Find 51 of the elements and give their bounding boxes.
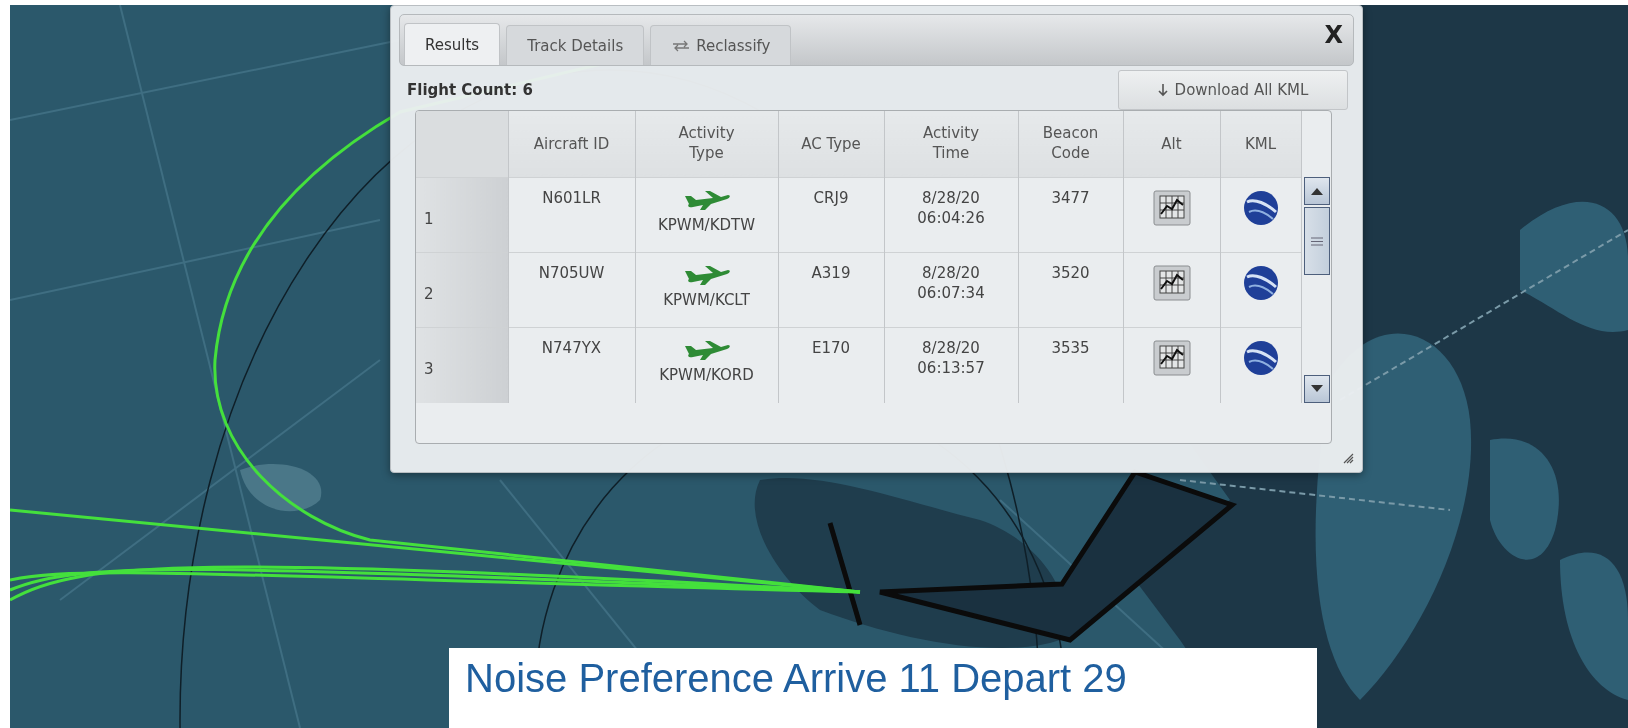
swap-icon xyxy=(671,39,692,52)
column-header: Activity Type xyxy=(677,124,736,164)
altitude-chart-icon[interactable] xyxy=(1152,340,1191,377)
aircraft-type: A319 xyxy=(811,262,851,284)
flight-count: Flight Count: 6 xyxy=(407,81,533,99)
column-header: AC Type xyxy=(801,134,861,154)
tab[interactable]: Reclassify xyxy=(650,25,792,65)
scroll-thumb[interactable] xyxy=(1303,207,1330,275)
altitude-chart-icon[interactable] xyxy=(1152,264,1191,301)
column-header: Beacon Code xyxy=(1041,124,1100,164)
aircraft-id: N747YX xyxy=(541,338,602,359)
airplane-icon xyxy=(682,340,731,363)
beacon-code: 3477 xyxy=(1051,187,1090,208)
tab[interactable]: Results xyxy=(404,23,501,65)
altitude-chart-icon[interactable] xyxy=(1152,189,1191,226)
route: KPWM/KCLT xyxy=(663,289,750,311)
close-button[interactable]: X xyxy=(1320,21,1347,49)
airplane-icon xyxy=(682,264,731,287)
airplane-icon xyxy=(682,189,731,212)
down-triangle-icon xyxy=(1309,385,1324,393)
grip-icon xyxy=(1310,236,1323,246)
column-header: Activity Time xyxy=(921,124,981,164)
scroll-up-button[interactable] xyxy=(1303,177,1330,205)
activity-time: 8/28/20 06:13:57 xyxy=(916,338,986,379)
globe-icon[interactable] xyxy=(1242,264,1279,301)
row-number: 2 xyxy=(424,283,434,305)
activity-time: 8/28/20 06:07:34 xyxy=(916,262,986,304)
scrollbar[interactable] xyxy=(1303,177,1330,403)
row-number: 1 xyxy=(424,208,434,229)
aircraft-id: N705UW xyxy=(538,262,605,284)
globe-icon[interactable] xyxy=(1242,189,1279,226)
aircraft-type: CRJ9 xyxy=(813,187,849,208)
tab[interactable]: Track Details xyxy=(506,25,645,65)
resize-grip-icon[interactable] xyxy=(1342,452,1354,464)
up-triangle-icon xyxy=(1309,187,1324,195)
column-header: Alt xyxy=(1161,134,1182,154)
activity-time: 8/28/20 06:04:26 xyxy=(916,187,986,228)
beacon-code: 3520 xyxy=(1051,262,1090,284)
route: KPWM/KDTW xyxy=(657,214,756,235)
column-header: Aircraft ID xyxy=(533,134,610,154)
caption: Noise Preference Arrive 11 Depart 29 xyxy=(449,648,1317,728)
download-all-kml-button[interactable]: Download All KML xyxy=(1118,70,1348,110)
scroll-down-button[interactable] xyxy=(1303,375,1330,403)
aircraft-id: N601LR xyxy=(542,187,601,208)
download-icon xyxy=(1157,83,1168,97)
beacon-code: 3535 xyxy=(1051,338,1090,359)
route: KPWM/KORD xyxy=(659,365,754,386)
aircraft-type: E170 xyxy=(811,338,851,359)
row-number: 3 xyxy=(424,359,434,380)
column-header: KML xyxy=(1244,134,1277,154)
globe-icon[interactable] xyxy=(1242,340,1279,377)
